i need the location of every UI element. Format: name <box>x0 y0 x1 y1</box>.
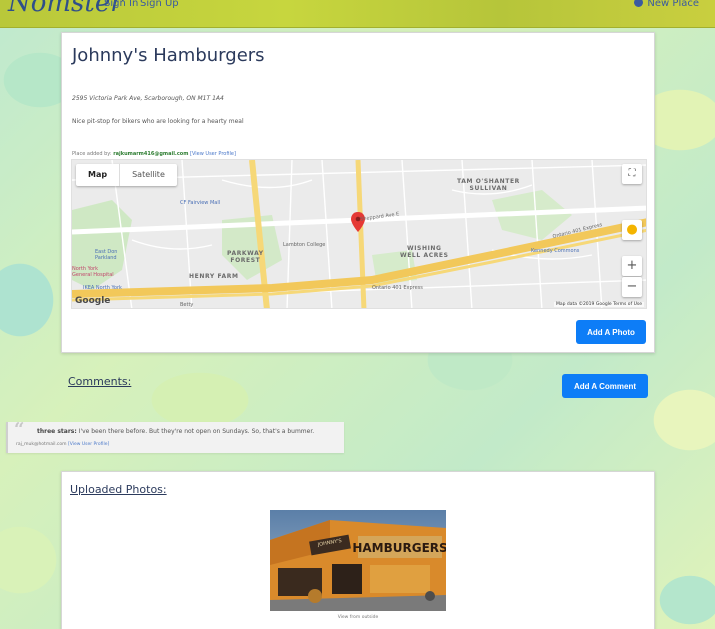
map-poi-ontario-401: Ontario 401 Express <box>372 285 423 291</box>
top-navbar: Nomster Sign In Sign Up New Place <box>0 0 715 28</box>
zoom-out-button[interactable]: − <box>622 277 642 297</box>
photos-heading: Uploaded Photos: <box>70 483 167 496</box>
google-map[interactable]: Map Satellite ⛶ ● + − TAM O'SHANTER SULL… <box>71 159 647 309</box>
added-by-user: rajkumarm416@gmail.com <box>113 151 189 157</box>
comment-meta: raj_muk@hotmail.com [View User Profile] <box>16 442 109 447</box>
comment-text: three stars: I've been there before. But… <box>37 428 314 435</box>
map-footer[interactable]: Map data ©2019 Google Terms of Use <box>553 302 644 307</box>
map-poi-fairview-mall: CF Fairview Mall <box>180 200 221 206</box>
place-description: Nice pit-stop for bikers who are looking… <box>72 118 244 125</box>
place-title: Johnny's Hamburgers <box>72 45 265 66</box>
plus-circle-icon <box>634 0 644 7</box>
map-poi-lambton-college: Lambton College <box>283 242 326 248</box>
photo-caption: View from outside <box>337 615 379 620</box>
map-label-tam-oshanter: TAM O'SHANTER SULLIVAN <box>457 178 520 192</box>
map-poi-betty: Betty <box>180 302 194 308</box>
new-place-label: New Place <box>647 0 699 9</box>
map-type-satellite-button[interactable]: Satellite <box>120 164 177 186</box>
add-comment-button[interactable]: Add A Comment <box>562 374 648 398</box>
fullscreen-icon[interactable]: ⛶ <box>622 164 642 184</box>
photo-sign-text: HAMBURGERS <box>352 541 446 555</box>
sign-up-link[interactable]: Sign Up <box>140 0 179 9</box>
added-by-label: Place added by: <box>72 151 112 157</box>
sign-in-link[interactable]: Sign In <box>104 0 138 9</box>
place-card: Johnny's Hamburgers 2595 Victoria Park A… <box>61 32 655 353</box>
added-by: Place added by: rajkumarm416@gmail.com [… <box>72 151 236 157</box>
street-view-pegman-icon[interactable]: ● <box>622 220 642 240</box>
quote-icon: “ <box>14 419 25 440</box>
new-place-link[interactable]: New Place <box>634 0 699 9</box>
map-type-map-button[interactable]: Map <box>76 164 121 186</box>
comment-item: “ three stars: I've been there before. B… <box>6 419 344 453</box>
comments-heading: Comments: <box>68 375 132 388</box>
map-poi-north-york-hospital: North York General Hospital <box>72 266 114 278</box>
comment-body: I've been there before. But they're not … <box>78 428 315 435</box>
map-label-wishing-well: WISHING WELL ACRES <box>400 245 449 259</box>
map-poi-ikea: IKEA North York <box>83 285 122 291</box>
restaurant-photo: HAMBURGERS JOHNNY'S <box>270 510 446 611</box>
map-type-toggle: Map Satellite <box>76 164 177 186</box>
view-user-profile-link[interactable]: [View User Profile] <box>190 151 236 157</box>
map-poi-east-don: East Don Parkland <box>95 249 118 261</box>
map-label-parkway-forest: PARKWAY FOREST <box>227 250 264 264</box>
place-address: 2595 Victoria Park Ave, Scarborough, ON … <box>72 95 224 102</box>
uploaded-photo[interactable]: HAMBURGERS JOHNNY'S <box>270 510 446 611</box>
comment-view-profile-link[interactable]: [View User Profile] <box>68 442 109 447</box>
add-photo-button[interactable]: Add A Photo <box>576 320 646 344</box>
zoom-in-button[interactable]: + <box>622 256 642 276</box>
comment-rating: three stars: <box>37 428 77 435</box>
map-label-henry-farm: HENRY FARM <box>189 273 239 280</box>
google-logo: Google <box>75 296 111 306</box>
photos-card: Uploaded Photos: HAMBURGERS JOHNNY'S Vie… <box>61 471 655 629</box>
comment-user: raj_muk@hotmail.com <box>16 442 67 447</box>
map-poi-kennedy-commons: Kennedy Commons <box>531 248 580 254</box>
